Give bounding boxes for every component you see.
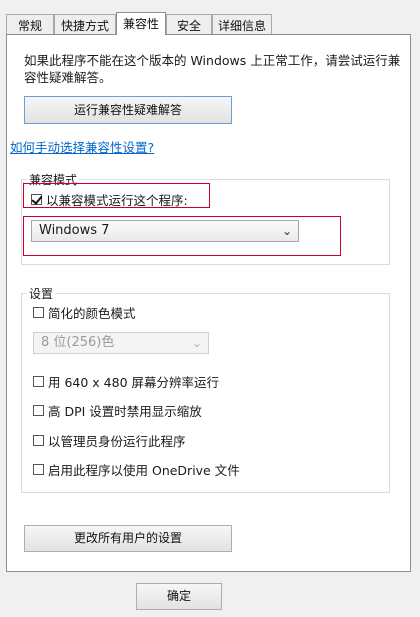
tab-details[interactable]: 详细信息 [212,14,272,34]
highlight-box-checkbox [23,183,210,208]
res-640-checkbox[interactable] [33,375,44,387]
run-troubleshooter-button[interactable]: 运行兼容性疑难解答 [24,96,232,124]
ok-button[interactable]: 确定 [136,583,222,610]
tab-compatibility[interactable]: 兼容性 [116,12,166,35]
res-640-label: 用 640 x 480 屏幕分辨率运行 [48,374,220,390]
reduced-color-row[interactable]: 简化的颜色模式 [33,303,136,321]
color-depth-value: 8 位(256)色 [41,335,115,350]
onedrive-label: 启用此程序以使用 OneDrive 文件 [48,462,240,478]
onedrive-checkbox[interactable] [33,463,44,475]
res-640-row[interactable]: 用 640 x 480 屏幕分辨率运行 [33,372,219,390]
tab-bar: 常规 快捷方式 兼容性 安全 详细信息 [0,0,420,35]
high-dpi-label: 高 DPI 设置时禁用显示缩放 [48,403,202,419]
tab-shortcut[interactable]: 快捷方式 [54,14,116,34]
tab-security[interactable]: 安全 [166,14,212,34]
manual-settings-link[interactable]: 如何手动选择兼容性设置? [10,137,154,156]
onedrive-row[interactable]: 启用此程序以使用 OneDrive 文件 [33,460,240,478]
change-all-users-button[interactable]: 更改所有用户的设置 [24,525,232,552]
high-dpi-checkbox[interactable] [33,404,44,416]
tab-general[interactable]: 常规 [6,14,54,34]
intro-text: 如果此程序不能在这个版本的 Windows 上正常工作，请尝试运行兼容性疑难解答… [24,53,401,85]
run-admin-label: 以管理员身份运行此程序 [48,433,186,449]
run-admin-checkbox[interactable] [33,434,44,446]
chevron-down-icon: ⌄ [191,336,202,350]
reduced-color-label: 简化的颜色模式 [48,305,136,321]
compatibility-panel: 如果此程序不能在这个版本的 Windows 上正常工作，请尝试运行兼容性疑难解答… [6,34,411,572]
high-dpi-row[interactable]: 高 DPI 设置时禁用显示缩放 [33,401,202,419]
settings-title: 设置 [27,285,56,302]
color-depth-dropdown: 8 位(256)色 ⌄ [33,332,209,354]
run-admin-row[interactable]: 以管理员身份运行此程序 [33,431,186,449]
highlight-box-dropdown [23,216,341,256]
reduced-color-checkbox[interactable] [33,306,44,318]
